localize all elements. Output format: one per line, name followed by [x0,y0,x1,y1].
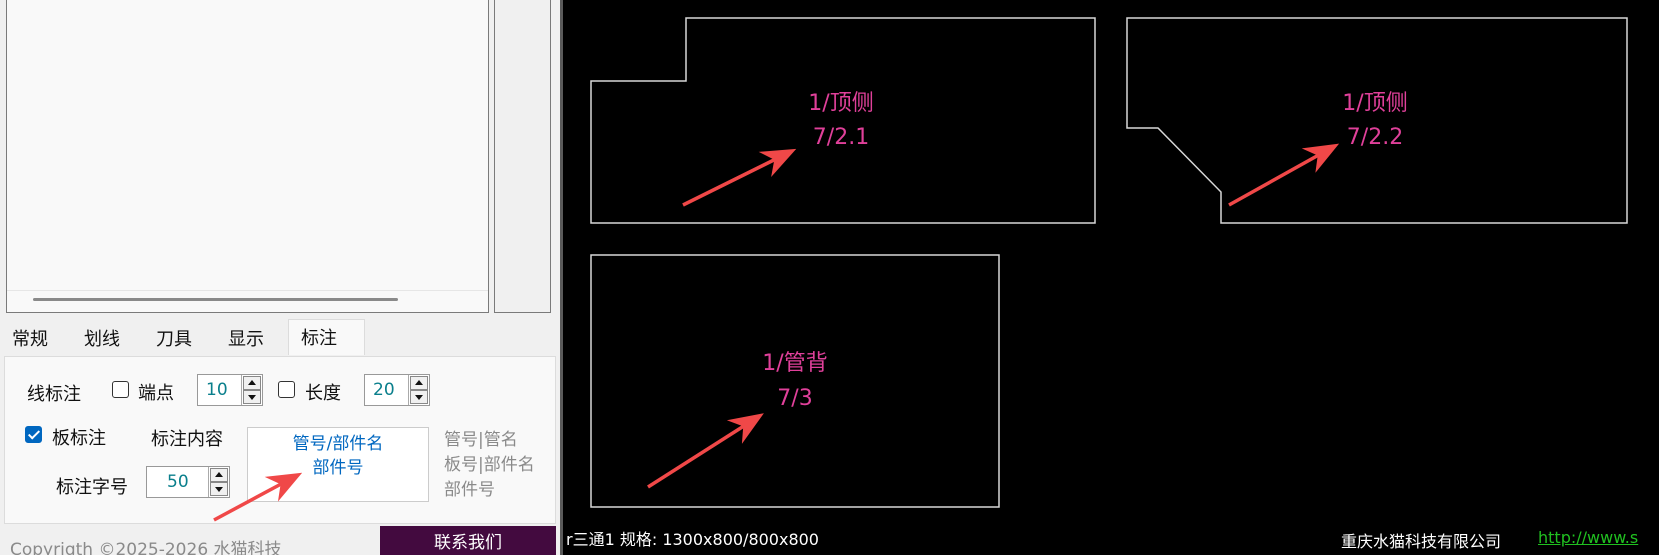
content-line-1: 管号/部件名 [292,434,384,454]
canvas-drawing: 1/顶侧 7/2.1 1/顶侧 7/2.2 1/管背 7/3 [590,17,1628,508]
endpoint-spinner[interactable]: 10 [197,374,263,406]
endpoint-label: 端点 [138,383,174,404]
line-annotation-label: 线标注 [27,384,81,405]
endpoint-down-arrow-icon[interactable] [243,390,261,404]
board-annotation-label: 板标注 [52,428,106,449]
tab-display[interactable]: 显示 [216,322,288,357]
hint-line-3: 部件号 [444,480,495,500]
part-spec-status: r三通1 规格: 1300x800/800x800 [566,530,819,549]
tab-bar: 常规 划线 刀具 显示 标注 [0,319,556,357]
endpoint-value[interactable]: 10 [206,380,228,400]
part-outline-2[interactable] [1126,17,1628,224]
font-size-value[interactable]: 50 [167,472,189,492]
length-down-arrow-icon[interactable] [410,390,428,404]
part-outline-3[interactable] [590,254,1000,508]
part-1-label-line1: 1/顶侧 [808,91,873,116]
hint-line-1: 管号|管名 [444,430,518,450]
company-website-link[interactable]: http://www.s [1538,528,1638,547]
contact-us-button[interactable]: 联系我们 [380,526,556,555]
annotation-content-box[interactable]: 管号/部件名 部件号 [247,427,429,502]
font-size-spinner[interactable]: 50 [146,466,230,498]
part-1-label-line2: 7/2.1 [813,125,869,150]
tab-general[interactable]: 常规 [0,322,72,357]
part-3-label-line2: 7/3 [777,386,812,411]
horizontal-scroll-track [7,290,488,291]
settings-panel: 常规 划线 刀具 显示 标注 线标注 端点 10 长度 20 板标注 标注内容 … [0,0,560,555]
part-list[interactable] [6,0,489,313]
copyright-text: Copyrigth ©2025-2026 水猫科技 [10,540,282,555]
tab-scribe[interactable]: 划线 [72,322,144,357]
length-up-arrow-icon[interactable] [410,376,428,390]
annotation-content-label: 标注内容 [151,429,223,450]
hint-line-2: 板号|部件名 [444,455,535,475]
tab-tools[interactable]: 刀具 [144,322,216,357]
content-hint: 管号|管名 板号|部件名 部件号 [444,428,535,503]
part-3-label-line1: 1/管背 [762,351,827,376]
company-name: 重庆水猫科技有限公司 [1341,532,1502,551]
length-checkbox[interactable] [278,381,295,398]
length-value[interactable]: 20 [373,380,395,400]
font-size-label: 标注字号 [56,477,128,498]
font-size-down-arrow-icon[interactable] [210,482,228,496]
horizontal-scrollbar[interactable] [33,298,398,301]
part-outline-1[interactable] [590,17,1096,224]
endpoint-checkbox[interactable] [112,381,129,398]
side-list[interactable] [494,0,551,313]
part-2-label-line2: 7/2.2 [1347,125,1403,150]
board-annotation-checkbox[interactable] [25,426,42,443]
tab-annotation[interactable]: 标注 [288,319,365,355]
endpoint-up-arrow-icon[interactable] [243,376,261,390]
length-label: 长度 [305,383,341,404]
content-line-2: 部件号 [312,458,364,478]
drawing-canvas[interactable]: 1/顶侧 7/2.1 1/顶侧 7/2.2 1/管背 7/3 r三通1 规格: … [563,0,1659,555]
part-2-label-line1: 1/顶侧 [1342,91,1407,116]
font-size-up-arrow-icon[interactable] [210,468,228,482]
length-spinner[interactable]: 20 [364,374,430,406]
